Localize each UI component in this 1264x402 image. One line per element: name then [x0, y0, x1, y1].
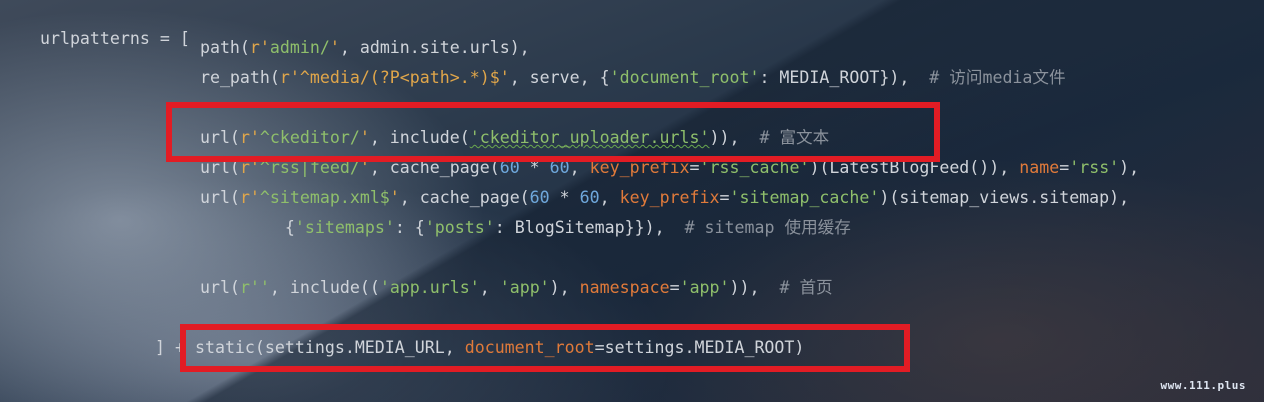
code-text: ),: [1119, 158, 1140, 177]
code-text: {: [205, 218, 295, 237]
code-comment: # 访问media文件: [929, 68, 1066, 87]
code-raw-prefix: r': [279, 68, 300, 87]
code-text: ),: [549, 278, 580, 297]
code-text: : BlogSitemap}}),: [494, 218, 685, 237]
code-line-2: path(r'admin/', admin.site.urls),: [0, 37, 530, 59]
highlight-box-static: [180, 324, 910, 372]
code-text: =: [719, 188, 730, 207]
code-text: , include((: [269, 278, 380, 297]
code-text: : MEDIA_ROOT}),: [759, 68, 930, 87]
code-string: 'app': [679, 278, 730, 297]
code-line-6: url(r'^sitemap.xml$', cache_page(60 * 60…: [0, 187, 1129, 209]
code-quote: ': [329, 38, 340, 57]
code-comment: # 首页: [779, 278, 833, 297]
code-comment: # sitemap 使用缓存: [684, 218, 851, 237]
code-text: ,: [479, 278, 500, 297]
code-line-8: url(r'', include(('app.urls', 'app'), na…: [0, 277, 833, 299]
code-text: *: [549, 188, 580, 207]
code-text: , serve, {: [509, 68, 610, 87]
code-raw-prefix: r': [249, 38, 270, 57]
watermark-text: www.111.plus: [1160, 379, 1246, 392]
code-text: re_path(: [160, 68, 280, 87]
code-line-7: {'sitemaps': {'posts': BlogSitemap}}), #…: [0, 217, 851, 239]
code-text: , admin.site.urls),: [339, 38, 530, 57]
code-string: 'app': [499, 278, 550, 297]
code-raw-prefix: r': [239, 188, 260, 207]
code-string: 'sitemap_cache': [729, 188, 880, 207]
code-text: =: [669, 278, 680, 297]
code-text: path(: [160, 38, 250, 57]
code-quote: ': [389, 188, 400, 207]
code-text: : {: [394, 218, 425, 237]
code-string: 'posts': [424, 218, 495, 237]
highlight-box-ckeditor: [166, 102, 940, 162]
code-regex: ^sitemap.xml$: [259, 188, 390, 207]
code-text: , cache_page(: [399, 188, 530, 207]
code-regex: ^media/(?P<path>.*)$: [299, 68, 500, 87]
code-line-1: urlpatterns = [: [0, 6, 190, 48]
code-line-3: re_path(r'^media/(?P<path>.*)$', serve, …: [0, 67, 1066, 89]
code-text: url(: [160, 278, 240, 297]
code-string: 'sitemaps': [294, 218, 395, 237]
code-string: 'document_root': [609, 68, 760, 87]
code-text: =: [1059, 158, 1070, 177]
code-text: )),: [729, 278, 780, 297]
code-kwarg: namespace: [579, 278, 670, 297]
code-text: )(sitemap_views.sitemap),: [879, 188, 1130, 207]
code-kwarg: name: [1019, 158, 1060, 177]
code-text: ,: [599, 188, 620, 207]
code-string: r'': [239, 278, 270, 297]
code-kwarg: key_prefix: [619, 188, 720, 207]
code-regex: admin/: [269, 38, 330, 57]
code-quote: ': [499, 68, 510, 87]
code-string: 'app.urls': [379, 278, 480, 297]
code-number: 60: [579, 188, 600, 207]
code-text: url(: [160, 188, 240, 207]
code-number: 60: [529, 188, 550, 207]
code-string: 'rss': [1069, 158, 1120, 177]
